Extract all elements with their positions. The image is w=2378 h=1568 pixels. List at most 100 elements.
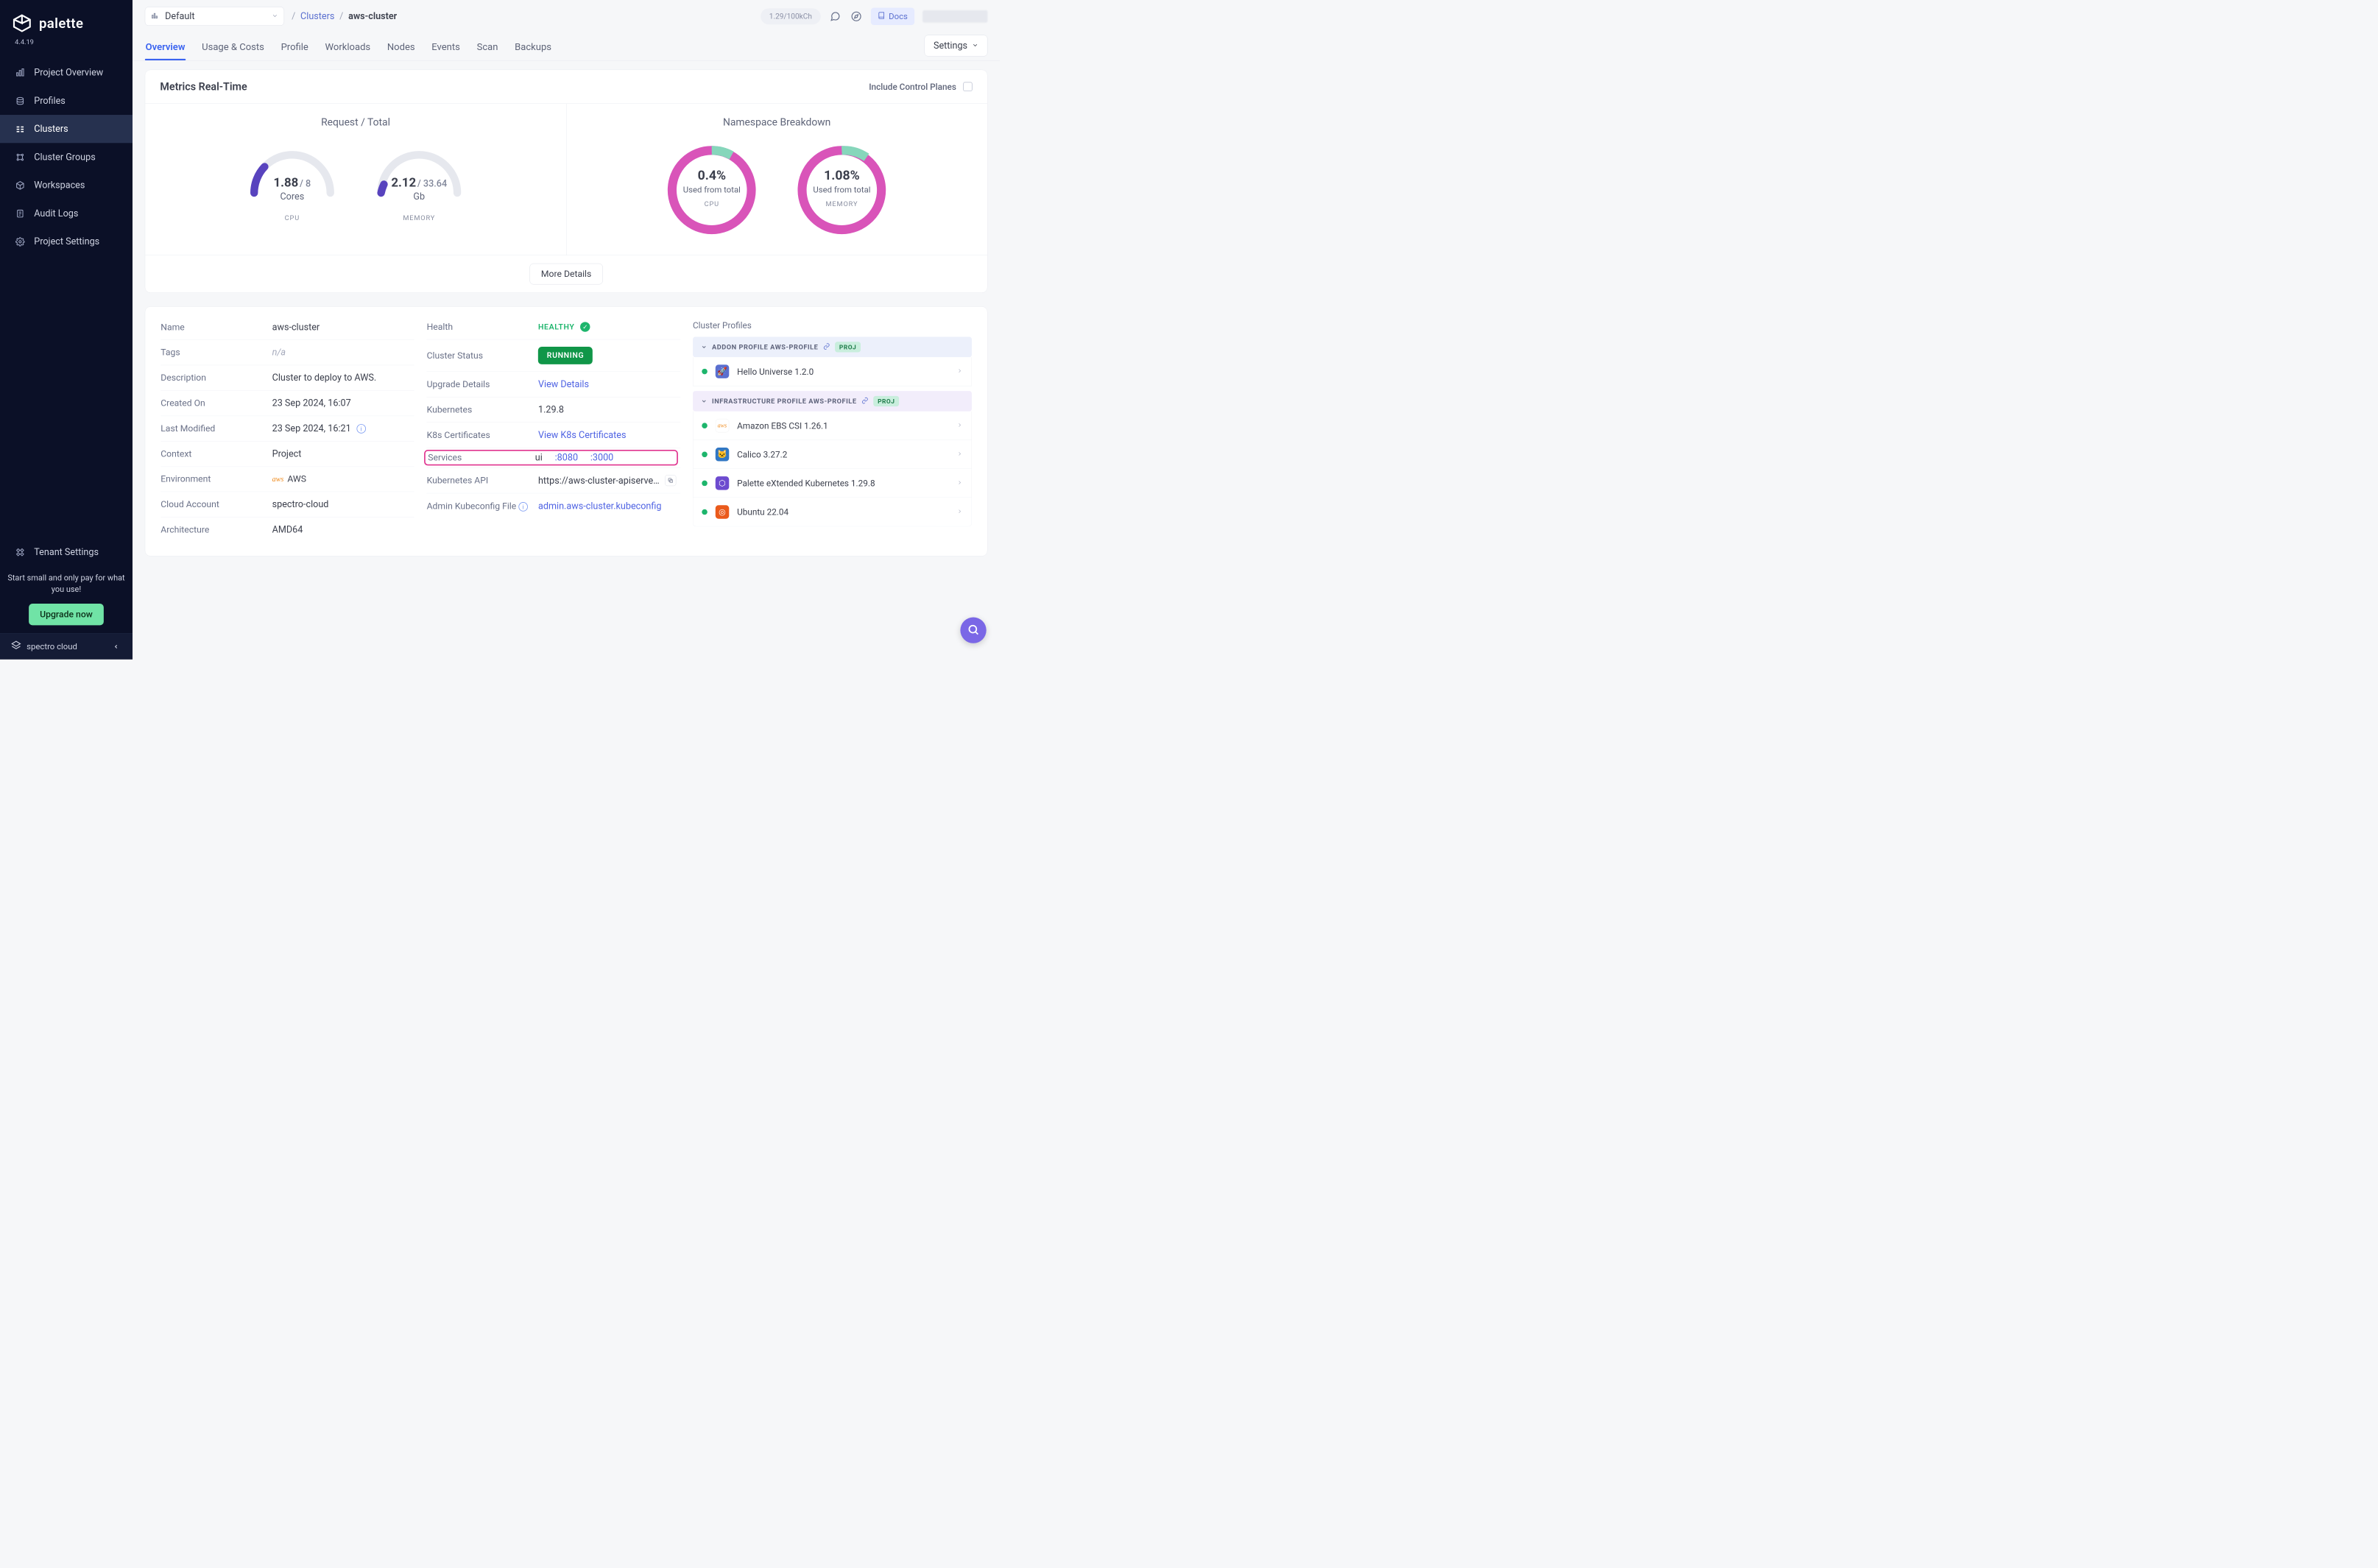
row-label: Upgrade Details (427, 379, 538, 389)
cpu-total: 8 (306, 178, 311, 189)
row-label: Name (160, 322, 272, 332)
link-icon[interactable] (823, 343, 830, 351)
tab-profile[interactable]: Profile (281, 35, 309, 60)
crumb-clusters[interactable]: Clusters (300, 11, 334, 22)
mem-donut: 1.08% Used from total MEMORY (792, 141, 892, 240)
topbar: Default / Clusters / aws-cluster 1.29/10… (133, 0, 1000, 31)
tab-backups[interactable]: Backups (514, 35, 552, 60)
tab-events[interactable]: Events (431, 35, 460, 60)
chevron-down-icon (272, 13, 278, 21)
user-menu[interactable] (922, 10, 987, 23)
sidebar-item-clusters[interactable]: Clusters (0, 115, 133, 143)
pack-name: Ubuntu 22.04 (737, 507, 788, 518)
project-select-label: Default (165, 11, 194, 22)
upgrade-promo: Start small and only pay for what you us… (0, 566, 133, 597)
sidebar-item-workspaces[interactable]: Workspaces (0, 172, 133, 199)
status-dot-icon (702, 481, 708, 487)
help-fab[interactable] (960, 617, 986, 643)
info-icon[interactable]: i (518, 502, 528, 512)
project-select[interactable]: Default (145, 7, 284, 26)
sidebar-item-project-settings[interactable]: Project Settings (0, 227, 133, 255)
view-k8s-certs-link[interactable]: View K8s Certificates (538, 430, 627, 441)
sidebar-item-tenant-settings[interactable]: Tenant Settings (0, 538, 133, 566)
settings-button[interactable]: Settings (925, 35, 988, 57)
tab-scan[interactable]: Scan (476, 35, 499, 60)
sidebar-item-label: Project Settings (34, 236, 99, 247)
pack-row[interactable]: 🐱 Calico 3.27.2 (693, 440, 972, 469)
row-label: Health (427, 322, 538, 332)
profile-header-label: ADDON PROFILE AWS-PROFILE (712, 343, 818, 351)
view-upgrade-details-link[interactable]: View Details (538, 379, 589, 390)
pack-row[interactable]: ◎ Ubuntu 22.04 (693, 498, 972, 526)
addon-profile-header[interactable]: ADDON PROFILE AWS-PROFILE PROJ (693, 337, 972, 358)
row-label: Architecture (160, 525, 272, 535)
crumb-current: aws-cluster (348, 11, 397, 22)
chevron-right-icon (956, 451, 962, 458)
chat-icon[interactable] (829, 10, 842, 23)
sidebar-item-label: Audit Logs (34, 208, 78, 219)
cluster-cloud-account: spectro-cloud (272, 499, 329, 510)
k8s-version: 1.29.8 (538, 404, 564, 415)
cluster-status: RUNNING (538, 347, 593, 364)
status-dot-icon (702, 423, 708, 428)
tab-usage-costs[interactable]: Usage & Costs (201, 35, 264, 60)
pack-row[interactable]: aws Amazon EBS CSI 1.26.1 (693, 412, 972, 440)
box-icon (15, 180, 25, 191)
more-details-button[interactable]: More Details (529, 264, 603, 285)
link-icon[interactable] (861, 398, 868, 406)
footer-brand-bar[interactable]: spectro cloud (0, 633, 133, 659)
sidebar-item-audit-logs[interactable]: Audit Logs (0, 199, 133, 227)
include-cp-checkbox[interactable] (963, 82, 973, 91)
status-dot-icon (702, 452, 708, 458)
tabs: Overview Usage & Costs Profile Workloads… (133, 31, 1000, 60)
sidebar-item-label: Clusters (34, 124, 68, 135)
row-label: Description (160, 372, 272, 383)
pack-icon: 🚀 (716, 364, 730, 378)
sidebar-item-profiles[interactable]: Profiles (0, 87, 133, 115)
cluster-context: Project (272, 448, 302, 459)
info-icon[interactable]: i (356, 424, 366, 434)
chevron-right-icon (956, 508, 962, 515)
pack-row[interactable]: ⬡ Palette eXtended Kubernetes 1.29.8 (693, 469, 972, 498)
copy-icon[interactable] (665, 475, 676, 486)
sidebar: palette 4.4.19 Project Overview Profiles… (0, 0, 133, 660)
pack-row[interactable]: 🚀 Hello Universe 1.2.0 (693, 357, 972, 386)
sidebar-item-cluster-groups[interactable]: Cluster Groups (0, 143, 133, 171)
upgrade-button[interactable]: Upgrade now (29, 604, 104, 625)
cluster-modified: 23 Sep 2024, 16:21 i (272, 423, 366, 434)
aws-icon: aws (716, 419, 730, 433)
book-icon (878, 11, 885, 21)
mem-donut-text: Used from total (792, 185, 892, 194)
pack-name: Palette eXtended Kubernetes 1.29.8 (737, 478, 875, 488)
settings-label: Settings (934, 40, 967, 52)
tenant-icon (15, 547, 25, 557)
sidebar-item-label: Tenant Settings (34, 547, 99, 558)
sidebar-item-project-overview[interactable]: Project Overview (0, 58, 133, 86)
chevron-right-icon (956, 422, 962, 429)
service-port-3000[interactable]: :3000 (590, 452, 613, 463)
infra-profile-header[interactable]: INFRASTRUCTURE PROFILE AWS-PROFILE PROJ (693, 391, 972, 412)
service-port-8080[interactable]: :8080 (555, 452, 578, 463)
cluster-health: HEALTHY✓ (538, 322, 590, 331)
docs-button[interactable]: Docs (871, 7, 914, 25)
compass-icon[interactable] (850, 10, 863, 23)
tab-workloads[interactable]: Workloads (325, 35, 371, 60)
cpu-unit: Cores (280, 191, 304, 202)
sidebar-item-label: Workspaces (34, 180, 85, 191)
content: Metrics Real-Time Include Control Planes… (133, 61, 1000, 565)
aws-icon: aws (272, 475, 284, 483)
chevron-down-icon (972, 40, 978, 52)
cluster-name: aws-cluster (272, 322, 320, 333)
row-label: Cluster Status (427, 350, 538, 361)
cluster-env: awsAWS (272, 474, 306, 484)
tab-nodes[interactable]: Nodes (387, 35, 415, 60)
chevron-down-icon (701, 398, 707, 404)
cluster-tags: n/a (272, 347, 286, 358)
document-icon (15, 208, 25, 219)
ubuntu-icon: ◎ (716, 505, 730, 519)
metrics-title: Metrics Real-Time (160, 80, 247, 93)
chevron-left-icon[interactable] (111, 641, 121, 651)
tab-overview[interactable]: Overview (145, 35, 186, 60)
cluster-profiles-title: Cluster Profiles (693, 320, 972, 331)
kubeconfig-link[interactable]: admin.aws-cluster.kubeconfig (538, 501, 661, 512)
